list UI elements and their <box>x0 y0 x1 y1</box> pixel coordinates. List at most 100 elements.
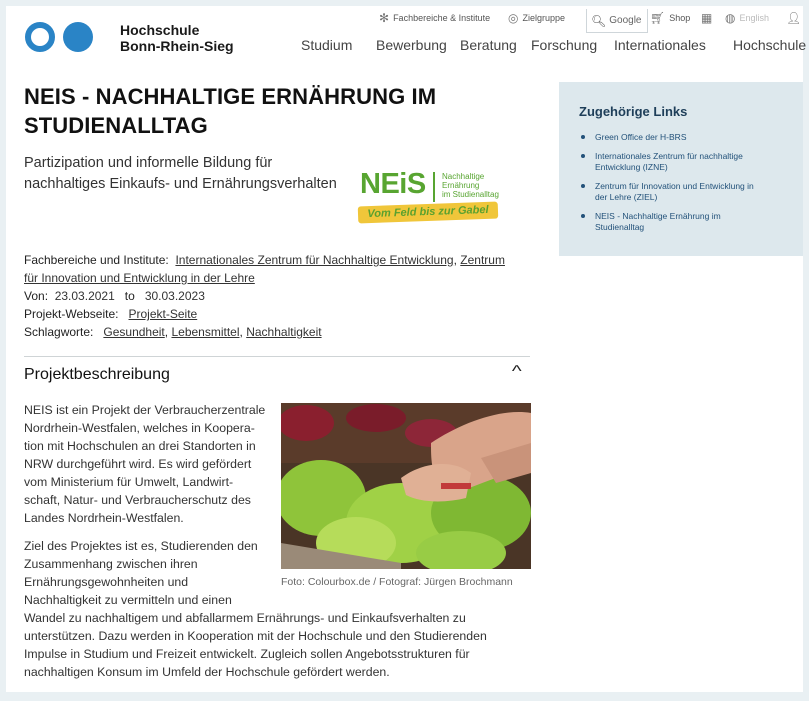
subtitle-line-2: nachhaltiges Einkaufs- und Ernährungsver… <box>24 176 337 192</box>
user-icon: 👤︎ <box>786 11 802 25</box>
paragraph-line: Ernährungsgewohnheiten und <box>24 575 189 589</box>
meta-fachbereiche-cont: für Innovation und Entwicklung in der Le… <box>24 269 524 287</box>
meta-start-date: 23.03.2021 <box>54 289 115 303</box>
meta-separator: , <box>453 253 457 267</box>
neis-logo-word: NEiS <box>360 168 426 200</box>
brand-line-1: Hochschule <box>120 22 200 38</box>
chevron-up-icon[interactable]: ^ <box>512 363 522 381</box>
print-button[interactable]: ▦ <box>701 11 716 25</box>
related-link-line: Zentrum für Innovation und Entwicklung i… <box>595 181 754 191</box>
meta-fachbereiche: Fachbereiche und Institute: Internationa… <box>24 251 524 269</box>
logo-dot-icon <box>63 22 93 52</box>
related-link-line: der Lehre (ZIEL) <box>595 192 658 202</box>
util-fachbereiche-label: Fachbereiche & Institute <box>393 13 491 23</box>
language-switch[interactable]: ◍ English <box>725 11 769 25</box>
link-ziel-part-1[interactable]: Zentrum <box>460 253 505 267</box>
description-paragraph-1: NEIS ist ein Projekt der Verbraucherzent… <box>24 401 265 527</box>
page: Hochschule Bonn-Rhein-Sieg ✻ Fachbereich… <box>6 6 806 692</box>
nav-bewerbung[interactable]: Bewerbung <box>376 37 447 53</box>
util-zielgruppe-link[interactable]: ◎ Zielgruppe <box>508 11 565 25</box>
globe-icon: ◍ <box>725 11 736 25</box>
related-links-list: Green Office der H-BRS Internationales Z… <box>579 132 783 233</box>
paragraph-line: Landes Nordrhein-Westfalen. <box>24 511 184 525</box>
meta-to-label: to <box>124 289 135 303</box>
nav-internationales[interactable]: Internationales <box>614 37 706 53</box>
logo-ring-icon <box>25 22 55 52</box>
paragraph-line: vom Ministerium für Umwelt, Landwirt- <box>24 475 234 489</box>
link-projekt-seite[interactable]: Projekt-Seite <box>129 307 198 321</box>
paragraph-line: NEIS ist ein Projekt der Verbraucherzent… <box>24 403 266 417</box>
paragraph-line: Wandel zu nachhaltigem und abfallarmem E… <box>24 611 466 625</box>
page-title: NEIS - NACHHALTIGE ERNÄHRUNG IM STUDIENA… <box>24 82 484 140</box>
nav-forschung[interactable]: Forschung <box>531 37 597 53</box>
tag-lebensmittel[interactable]: Lebensmittel <box>171 325 239 339</box>
util-shop-label: Shop <box>669 13 691 23</box>
neis-logo: NEiS Nachhaltige Ernährung im Studienall… <box>357 164 503 224</box>
neis-logo-tagline-1: Nachhaltige <box>442 172 485 181</box>
util-zielgruppe-label: Zielgruppe <box>522 13 566 23</box>
search-icon: 🔍︎ <box>591 13 607 28</box>
related-link-line: NEIS - Nachhaltige Ernährung im <box>595 211 721 221</box>
nav-hochschule[interactable]: Hochschule <box>733 37 806 53</box>
neis-logo-tagline: Nachhaltige Ernährung im Studienalltag <box>442 172 499 199</box>
sidebar-title: Zugehörige Links <box>579 104 688 119</box>
paragraph-line: Zusammenhang zwischen ihren <box>24 557 198 571</box>
meta-end-date: 30.03.2023 <box>144 289 205 303</box>
user-button[interactable]: 👤︎ <box>786 11 805 25</box>
related-link-izne[interactable]: Internationales Zentrum für nachhaltige … <box>579 151 783 173</box>
page-title-line-2: STUDIENALLTAG <box>24 113 208 138</box>
meta-webseite: Projekt-Webseite: Projekt-Seite <box>24 305 524 323</box>
language-label: English <box>739 13 770 23</box>
accordion-projektbeschreibung[interactable]: Projektbeschreibung <box>24 366 170 384</box>
related-links-sidebar: Zugehörige Links Green Office der H-BRS … <box>559 82 803 256</box>
page-subtitle: Partizipation und informelle Bildung für… <box>24 153 344 195</box>
paragraph-line: Ziel des Projektes ist es, Studierenden … <box>24 539 258 553</box>
cart-icon: 🛒︎ <box>650 11 666 25</box>
paragraph-line: NRW durchgeführt wird. Es wird gefördert <box>24 457 252 471</box>
meta-schlagworte-label: Schlagworte: <box>24 325 94 339</box>
meta-fachbereiche-label: Fachbereiche und Institute: <box>24 253 169 267</box>
printer-icon: ▦ <box>701 11 713 25</box>
util-fachbereiche-link[interactable]: ✻ Fachbereiche & Institute <box>379 11 490 25</box>
page-title-line-1: NEIS - NACHHALTIGE ERNÄHRUNG IM <box>24 84 437 109</box>
compass-icon: ✻ <box>379 11 390 25</box>
university-logo[interactable] <box>25 22 93 52</box>
search-placeholder: Google <box>609 15 642 26</box>
link-izne[interactable]: Internationales Zentrum für Nachhaltige … <box>175 253 453 267</box>
related-link-line: Internationales Zentrum für nachhaltige <box>595 151 743 161</box>
search-input[interactable]: 🔍︎ Google <box>586 9 648 33</box>
related-link-green-office[interactable]: Green Office der H-BRS <box>579 132 783 143</box>
link-ziel-part-2[interactable]: für Innovation und Entwicklung in der Le… <box>24 271 255 285</box>
paragraph-line: unterstützen. Dazu werden in Kooperation… <box>24 629 487 643</box>
subtitle-line-1: Partizipation und informelle Bildung für <box>24 155 273 171</box>
tag-separator: , <box>164 325 169 339</box>
neis-logo-tagline-3: im Studienalltag <box>442 190 499 199</box>
nav-beratung[interactable]: Beratung <box>460 37 517 53</box>
paragraph-line: tion mit Hochschulen an drei Standorten … <box>24 439 256 453</box>
neis-logo-divider <box>433 172 435 202</box>
tag-gesundheit[interactable]: Gesundheit <box>103 325 164 339</box>
brand-line-2: Bonn-Rhein-Sieg <box>120 38 234 54</box>
related-link-neis[interactable]: NEIS - Nachhaltige Ernährung im Studiena… <box>579 211 783 233</box>
meta-webseite-label: Projekt-Webseite: <box>24 307 119 321</box>
neis-logo-tagline-2: Ernährung <box>442 181 480 190</box>
paragraph-line: schaft, Natur- und Verbraucherschutz des <box>24 493 251 507</box>
related-link-line: Studienalltag <box>595 222 645 232</box>
nav-studium[interactable]: Studium <box>301 37 352 53</box>
paragraph-line: nachhaltigen Konsum im Umfeld der Hochsc… <box>24 665 390 679</box>
target-icon: ◎ <box>508 11 519 25</box>
section-divider <box>24 356 530 357</box>
tag-nachhaltigkeit[interactable]: Nachhaltigkeit <box>246 325 321 339</box>
tag-separator: , <box>239 325 243 339</box>
paragraph-line: Nordrhein-Westfalen, welches in Koopera- <box>24 421 255 435</box>
neis-logo-ribbon: Vom Feld bis zur Gabel <box>357 201 499 224</box>
related-link-line: Entwicklung (IZNE) <box>595 162 668 172</box>
paragraph-line: Nachhaltigkeit zu vermitteln und einen <box>24 593 232 607</box>
description-paragraph-2: Ziel des Projektes ist es, Studierenden … <box>24 537 487 681</box>
meta-schlagworte: Schlagworte: Gesundheit, Lebensmittel, N… <box>24 323 524 341</box>
brand-name[interactable]: Hochschule Bonn-Rhein-Sieg <box>120 22 234 54</box>
meta-von-label: Von: <box>24 289 49 303</box>
related-link-ziel[interactable]: Zentrum für Innovation und Entwicklung i… <box>579 181 783 203</box>
util-shop-link[interactable]: 🛒︎ Shop <box>650 11 690 25</box>
related-link-line: Green Office der H-BRS <box>595 132 687 142</box>
